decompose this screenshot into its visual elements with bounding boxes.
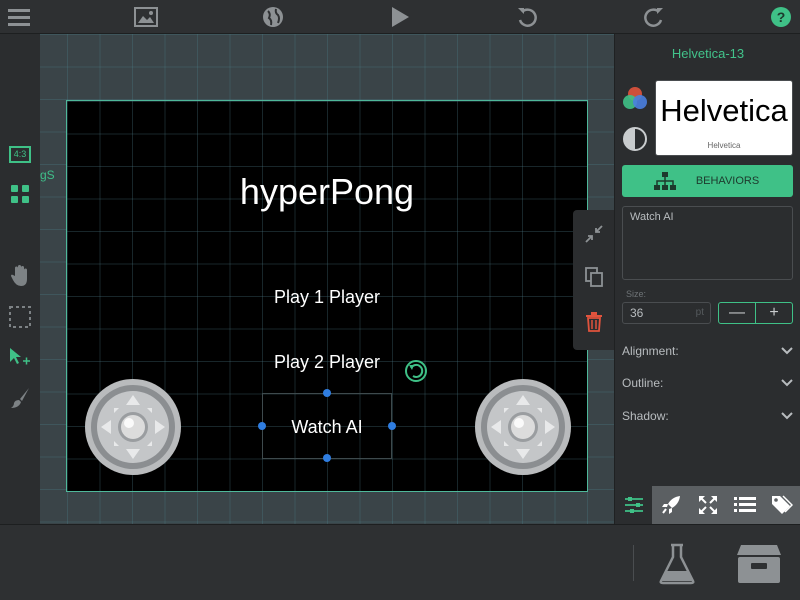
font-name-title: Helvetica-13 <box>671 46 745 61</box>
top-toolbar: ? <box>0 0 800 34</box>
rocket-tab-icon[interactable] <box>652 486 690 524</box>
app-window: ? 4:3 gS hyperPong Play 1 Player Play 2 … <box>0 0 800 600</box>
outline-label: Outline: <box>622 376 664 390</box>
left-toolbar: 4:3 <box>0 34 40 524</box>
bottom-tray <box>0 524 800 600</box>
offscreen-label: gS <box>40 168 55 182</box>
duplicate-icon[interactable] <box>582 265 606 289</box>
chevron-down-icon <box>781 376 793 390</box>
aspect-ratio-label: 4:3 <box>9 145 31 163</box>
pointer-tool-icon[interactable] <box>7 345 33 371</box>
opacity-icon[interactable] <box>622 126 648 152</box>
behaviors-button[interactable]: BEHAVIORS <box>622 165 793 197</box>
outline-section[interactable]: Outline: <box>622 376 793 396</box>
image-icon[interactable] <box>133 5 159 29</box>
hand-icon[interactable] <box>7 263 33 289</box>
panel-tabs <box>615 486 800 524</box>
properties-panel: Helvetica-13 Helvetica Helvetica BEHAVIO… <box>614 34 800 524</box>
game-title-text[interactable]: hyperPong <box>67 171 587 213</box>
font-preview-box[interactable]: Helvetica Helvetica <box>655 80 793 156</box>
selection-handle-left[interactable] <box>258 422 266 430</box>
object-tools-panel <box>573 210 615 350</box>
font-preview-text: Helvetica <box>660 93 788 128</box>
brush-icon[interactable] <box>7 385 33 411</box>
selection-handle-right[interactable] <box>388 422 396 430</box>
font-preview-caption: Helvetica <box>707 141 741 150</box>
play-1-player-text[interactable]: Play 1 Player <box>67 287 587 308</box>
decrease-size-button[interactable]: — <box>719 303 756 323</box>
size-value: 36 <box>630 306 644 320</box>
right-dpad-joystick[interactable] <box>474 378 572 476</box>
rotate-handle-icon[interactable] <box>404 359 428 383</box>
undo-icon[interactable] <box>514 5 540 29</box>
game-stage[interactable]: hyperPong Play 1 Player Play 2 Player Wa… <box>66 100 588 492</box>
list-tab-icon[interactable] <box>726 486 764 524</box>
expand-tab-icon[interactable] <box>689 486 727 524</box>
svg-text:?: ? <box>777 9 786 25</box>
size-stepper[interactable]: — + <box>718 302 793 324</box>
selection-handle-bottom[interactable] <box>323 454 331 462</box>
menu-icon[interactable] <box>6 5 32 29</box>
size-label: Size: <box>626 289 647 299</box>
behaviors-label: BEHAVIORS <box>695 175 760 187</box>
selection-handle-top[interactable] <box>323 389 331 397</box>
archive-box-icon[interactable] <box>735 543 781 585</box>
alignment-section[interactable]: Alignment: <box>622 344 793 364</box>
marquee-select-icon[interactable] <box>7 304 33 330</box>
increase-size-button[interactable]: + <box>756 303 792 323</box>
color-picker-icon[interactable] <box>622 86 648 112</box>
shadow-section[interactable]: Shadow: <box>622 409 793 429</box>
grid-icon[interactable] <box>7 181 33 207</box>
delete-trash-icon[interactable] <box>582 310 606 334</box>
left-dpad-joystick[interactable] <box>84 378 182 476</box>
collapse-icon[interactable] <box>582 222 606 246</box>
chevron-down-icon <box>781 409 793 423</box>
shadow-label: Shadow: <box>622 409 669 423</box>
divider <box>633 545 634 581</box>
size-unit: pt <box>695 307 704 318</box>
chevron-down-icon <box>781 344 793 358</box>
flask-icon[interactable] <box>655 543 699 585</box>
size-input[interactable]: 36 pt <box>622 302 711 324</box>
properties-tab-sliders-icon[interactable] <box>615 486 653 524</box>
help-icon[interactable]: ? <box>768 5 794 29</box>
aspect-ratio-button[interactable]: 4:3 <box>7 141 33 167</box>
tags-tab-icon[interactable] <box>763 486 800 524</box>
alignment-label: Alignment: <box>622 344 679 358</box>
play-2-player-text[interactable]: Play 2 Player <box>67 352 587 373</box>
globe-icon[interactable] <box>260 5 286 29</box>
text-content-field[interactable]: Watch AI <box>622 206 793 280</box>
redo-icon[interactable] <box>641 5 667 29</box>
play-icon[interactable] <box>387 5 413 29</box>
